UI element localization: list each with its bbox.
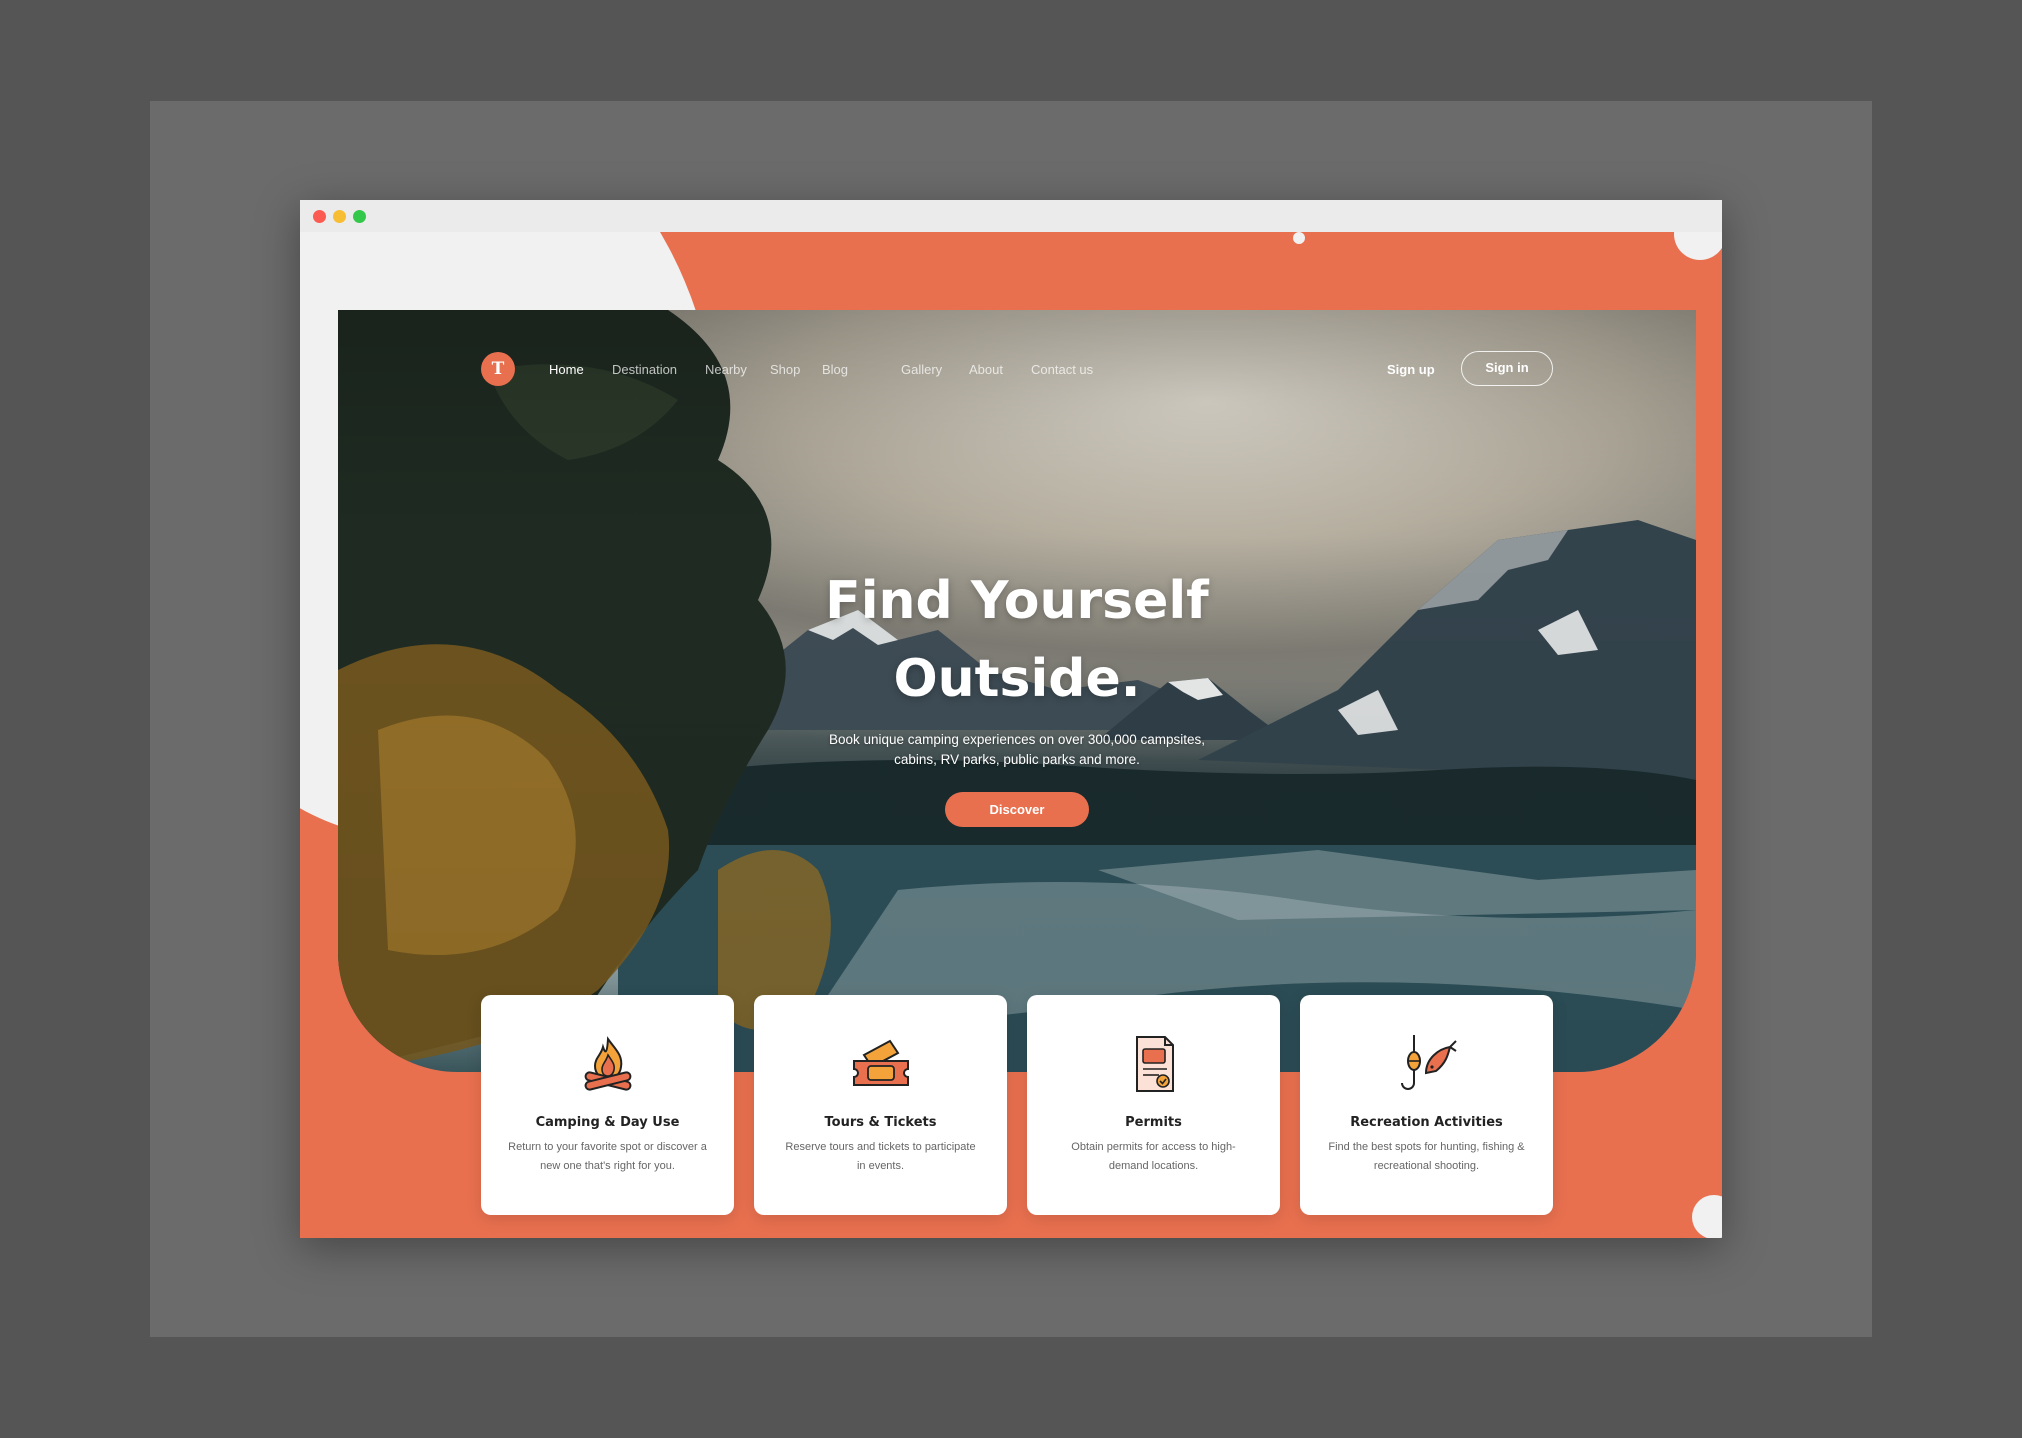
hero-headline-line-1: Find Yourself	[825, 571, 1209, 631]
feature-card-recreation[interactable]: Recreation Activities Find the best spot…	[1300, 995, 1553, 1215]
permit-document-icon	[1136, 1036, 1174, 1092]
signup-link[interactable]: Sign up	[1387, 362, 1435, 377]
nav-link-contact[interactable]: Contact us	[1031, 362, 1093, 377]
card-title: Camping & Day Use	[535, 1115, 680, 1130]
hero-subheading: Book unique camping experiences on over …	[767, 730, 1267, 770]
card-title: Recreation Activities	[1350, 1115, 1503, 1130]
discover-button[interactable]: Discover	[945, 792, 1089, 827]
fishing-hook-icon	[1401, 1035, 1457, 1090]
decorative-dot	[1293, 232, 1305, 244]
close-window-button[interactable]	[313, 210, 326, 223]
nav-link-about[interactable]: About	[969, 362, 1003, 377]
nav-link-nearby[interactable]: Nearby	[705, 362, 747, 377]
feature-card-permits[interactable]: Permits Obtain permits for access to hig…	[1027, 995, 1280, 1215]
card-title: Tours & Tickets	[824, 1115, 937, 1130]
hero-subheading-line-1: Book unique camping experiences on over …	[829, 732, 1205, 747]
hero-headline: Find Yourself Outside.	[717, 562, 1317, 718]
window-titlebar	[300, 200, 1722, 232]
card-title: Permits	[1125, 1115, 1182, 1130]
minimize-window-button[interactable]	[333, 210, 346, 223]
card-description: Obtain permits for access to high-demand…	[1071, 1141, 1236, 1172]
browser-window: T Home Destination Nearby Shop Blog Gall…	[300, 200, 1722, 1238]
tickets-icon	[853, 1039, 909, 1086]
brand-logo[interactable]: T	[481, 352, 515, 386]
feature-card-camping[interactable]: Camping & Day Use Return to your favorit…	[481, 995, 734, 1215]
nav-link-gallery[interactable]: Gallery	[901, 362, 942, 377]
card-description: Reserve tours and tickets to participate…	[785, 1141, 976, 1172]
card-description: Find the best spots for hunting, fishing…	[1328, 1141, 1525, 1172]
nav-link-blog[interactable]: Blog	[822, 362, 848, 377]
nav-link-home[interactable]: Home	[549, 362, 584, 377]
nav-link-shop[interactable]: Shop	[770, 362, 800, 377]
card-description: Return to your favorite spot or discover…	[508, 1141, 707, 1172]
hero-headline-line-2: Outside.	[893, 649, 1141, 709]
campfire-icon	[584, 1036, 632, 1091]
maximize-window-button[interactable]	[353, 210, 366, 223]
decorative-circle	[1692, 1195, 1722, 1238]
signin-button[interactable]: Sign in	[1461, 351, 1553, 386]
hero-subheading-line-2: cabins, RV parks, public parks and more.	[894, 752, 1140, 767]
nav-link-destination[interactable]: Destination	[612, 362, 677, 377]
top-navigation: T Home Destination Nearby Shop Blog Gall…	[338, 310, 1696, 430]
hero-section: T Home Destination Nearby Shop Blog Gall…	[338, 310, 1696, 1072]
feature-card-tours[interactable]: Tours & Tickets Reserve tours and ticket…	[754, 995, 1007, 1215]
